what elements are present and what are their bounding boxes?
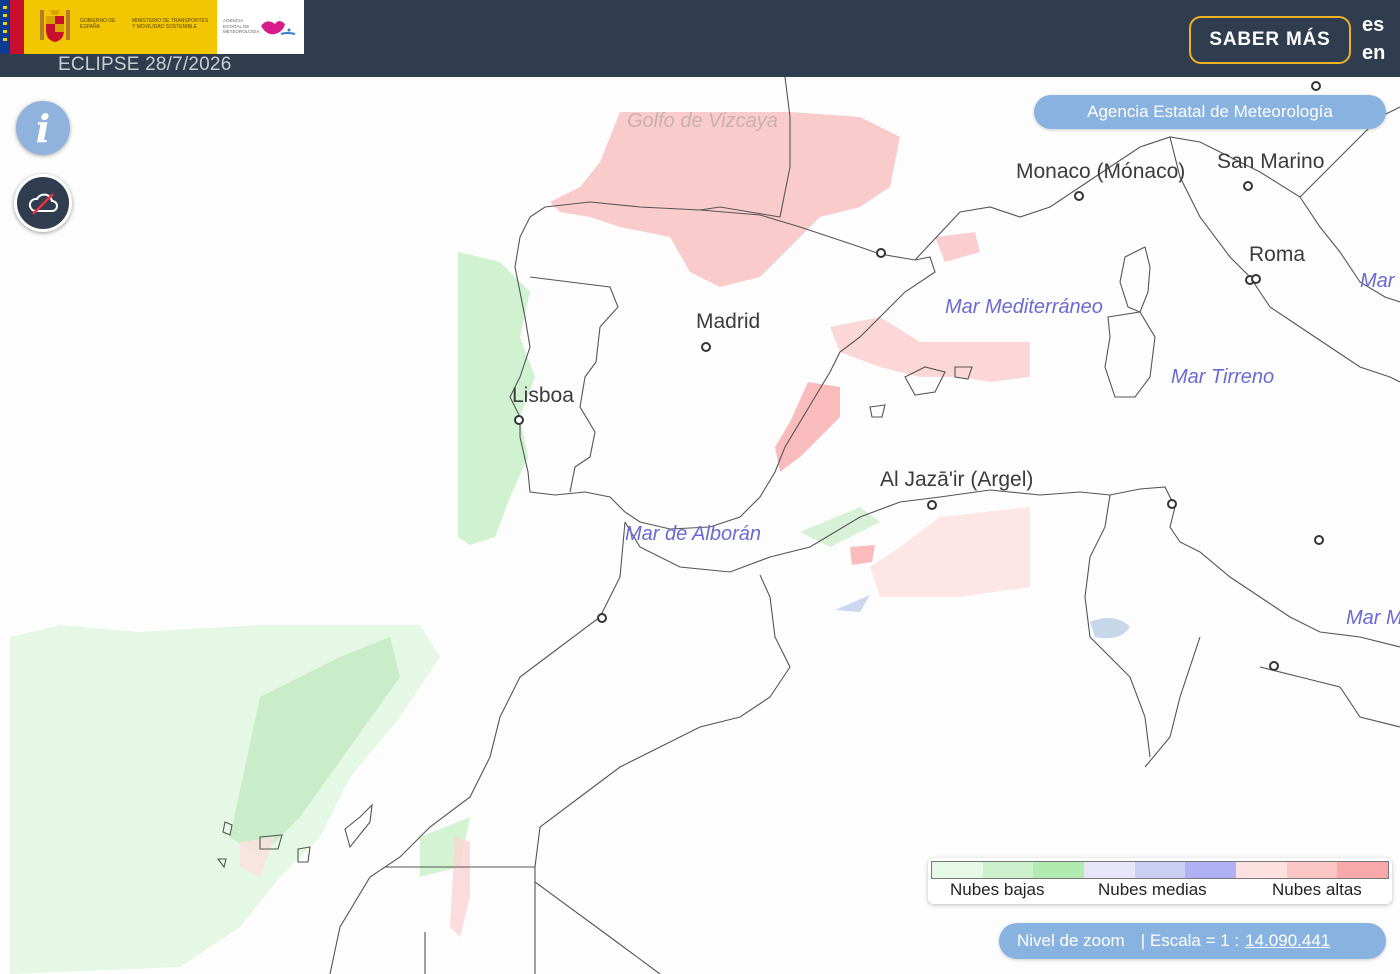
sea-label-tirreno: Mar Tirreno <box>1171 366 1275 388</box>
language-en-link[interactable]: en <box>1362 42 1385 65</box>
cloud-toggle-button[interactable] <box>14 174 72 232</box>
info-icon: i <box>35 105 51 151</box>
sea-label-mar-partial-bottom: Mar M <box>1346 607 1400 629</box>
legend-swatch <box>1084 862 1135 878</box>
legend-swatch <box>1134 862 1186 878</box>
aemet-link[interactable]: Agencia Estatal de Meteorología <box>1034 95 1386 129</box>
aemet-logo-icon <box>261 21 296 35</box>
city-label-argel: Al Jazā'ir (Argel) <box>880 468 1034 491</box>
legend-label-high: Nubes altas <box>1272 880 1362 899</box>
legend-swatch <box>1236 862 1287 878</box>
city-label-lisboa: Lisboa <box>512 384 574 407</box>
coat-of-arms-icon <box>40 10 70 42</box>
government-logo[interactable]: GOBIERNO DE ESPAÑA MINISTERIO DE TRANSPO… <box>0 0 304 54</box>
legend-swatch <box>932 862 983 878</box>
logo-white-panel: AGENCIA ESTATAL DE METEOROLOGÍA <box>217 0 304 54</box>
language-es-link[interactable]: es <box>1362 14 1384 37</box>
legend-color-bar <box>931 861 1389 879</box>
scale-value[interactable]: 14.090.441 <box>1245 931 1330 951</box>
saber-mas-button[interactable]: SABER MÁS <box>1189 16 1351 64</box>
legend-label-low: Nubes bajas <box>950 880 1045 899</box>
sea-label-mar-partial-top: Mar <box>1360 270 1395 292</box>
cloud-legend: Nubes bajas Nubes medias Nubes altas <box>928 858 1392 904</box>
city-label-roma: Roma <box>1249 243 1306 266</box>
city-label-madrid: Madrid <box>696 310 761 333</box>
city-label-san-marino: San Marino <box>1217 150 1325 173</box>
city-label-monaco: Monaco (Mónaco) <box>1016 160 1186 183</box>
legend-swatch <box>1185 862 1237 878</box>
mid-cloud-patch <box>835 595 870 612</box>
logo-text-ministry: MINISTERIO DE TRANSPORTES Y MOVILIDAD SO… <box>132 18 209 30</box>
legend-swatch <box>982 862 1034 878</box>
logo-text-agency: AGENCIA ESTATAL DE METEOROLOGÍA <box>223 18 260 34</box>
logo-yellow-panel: GOBIERNO DE ESPAÑA MINISTERIO DE TRANSPO… <box>10 0 217 54</box>
cloud-map[interactable]: Golfo de Vizcaya Madrid Lisboa Monaco (M… <box>0 77 1400 974</box>
legend-swatch <box>1286 862 1338 878</box>
legend-label-mid: Nubes medias <box>1098 880 1207 899</box>
info-button[interactable]: i <box>16 101 70 155</box>
sea-label-mediterraneo: Mar Mediterráneo <box>945 296 1103 318</box>
logo-text-government: GOBIERNO DE ESPAÑA <box>80 18 116 30</box>
zoom-level-label: Nivel de zoom <box>1017 931 1125 950</box>
top-bar: GOBIERNO DE ESPAÑA MINISTERIO DE TRANSPO… <box>0 0 1400 77</box>
legend-swatch <box>1033 862 1085 878</box>
scale-indicator: Nivel de zoom | Escala = 1 : 14.090.441 <box>999 923 1386 959</box>
lake-shape <box>1090 618 1130 639</box>
legend-swatch <box>1337 862 1389 878</box>
sea-label-alboran: Mar de Alborán <box>625 523 761 545</box>
low-cloud-layer <box>10 252 880 974</box>
cloud-off-icon <box>28 193 58 215</box>
scale-prefix: | Escala = 1 : <box>1140 931 1240 950</box>
sea-label-vizcaya: Golfo de Vizcaya <box>627 110 778 132</box>
eu-flag-strip <box>0 0 10 54</box>
eclipse-map-app: GOBIERNO DE ESPAÑA MINISTERIO DE TRANSPO… <box>0 0 1400 974</box>
page-title: ECLIPSE 28/7/2026 <box>58 54 232 75</box>
